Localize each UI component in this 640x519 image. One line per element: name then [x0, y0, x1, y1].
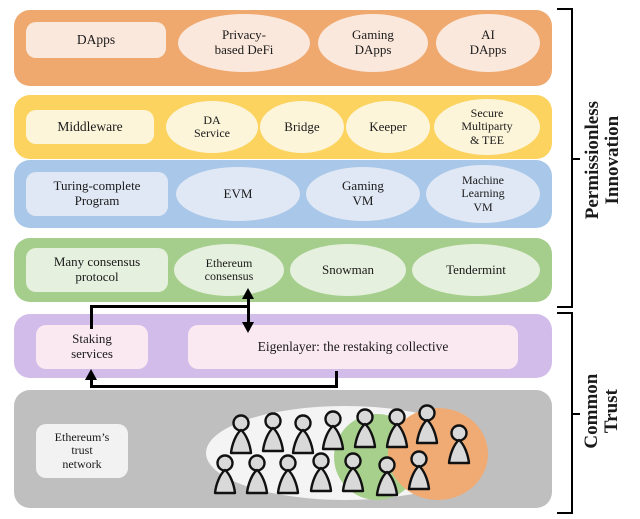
node-label: Ethereum’s trust network	[54, 429, 110, 471]
person-icon	[261, 412, 285, 453]
node-label: Privacy-based DeFi	[214, 27, 274, 57]
connector-consensus-eigenlayer-arrowhead-down	[242, 322, 254, 333]
person-icon	[353, 408, 377, 449]
diagram-canvas: DApps Privacy-based DeFi Gaming DApps AI D…	[0, 0, 640, 519]
connector-consensus-eigenlayer-arrowhead-up	[242, 288, 254, 299]
node-ethereum-trust-network[interactable]: Ethereum’s trust network	[36, 424, 128, 478]
person-icon	[276, 454, 300, 495]
connector-staking-feed-vertical	[90, 305, 93, 329]
node-ethereum-consensus[interactable]: Ethereum consensus	[174, 244, 284, 296]
person-icon	[229, 414, 253, 455]
connector-trust-to-staking-arrowhead	[85, 369, 97, 380]
node-label: AI DApps	[469, 27, 507, 57]
node-label: Ethereum consensus	[204, 255, 254, 283]
node-label: Eigenlayer: the restaking collective	[257, 339, 449, 355]
trust-network-cluster	[198, 400, 508, 504]
node-many-consensus-protocol[interactable]: Many consensus protocol	[26, 248, 168, 292]
connector-trust-to-staking-horizontal	[90, 385, 338, 388]
node-tendermint[interactable]: Tendermint	[412, 244, 540, 296]
bracket-label-common-trust: Common Trust	[580, 373, 622, 449]
node-label: Many consensus protocol	[53, 254, 141, 284]
node-privacy-based-defi[interactable]: Privacy-based DeFi	[178, 14, 310, 72]
node-evm[interactable]: EVM	[176, 167, 300, 221]
person-icon	[341, 452, 365, 493]
node-ai-dapps[interactable]: AI DApps	[436, 14, 540, 72]
connector-staking-feed-horizontal	[90, 305, 248, 308]
node-label: Turing-complete Program	[53, 178, 141, 208]
node-da-service[interactable]: DA Service	[166, 101, 258, 153]
bracket-permissionless-innovation	[557, 8, 580, 308]
node-label: DA Service	[194, 112, 230, 140]
person-icon	[385, 408, 409, 449]
node-label: DApps	[76, 32, 116, 48]
node-gaming-vm[interactable]: Gaming VM	[306, 167, 420, 221]
connector-trust-to-staking-riser	[335, 371, 338, 388]
bracket-tick	[571, 413, 580, 415]
node-label: Bridge	[284, 118, 320, 134]
node-middleware[interactable]: Middleware	[26, 110, 154, 144]
person-icon	[213, 454, 237, 495]
person-icon	[245, 454, 269, 495]
bracket-tick	[571, 158, 580, 160]
node-label: Middleware	[57, 119, 123, 135]
node-eigenlayer[interactable]: Eigenlayer: the restaking collective	[188, 325, 518, 369]
bracket-label-permissionless-innovation: Permissionless Innovation	[581, 101, 623, 220]
node-gaming-dapps[interactable]: Gaming DApps	[318, 14, 428, 72]
node-machine-learning-vm[interactable]: Machine Learning VM	[426, 165, 540, 223]
person-icon	[447, 424, 471, 465]
node-label: EVM	[223, 185, 253, 201]
node-label: Keeper	[369, 118, 407, 134]
person-icon	[321, 410, 345, 451]
node-label: Machine Learning VM	[461, 172, 505, 214]
node-label: Gaming DApps	[352, 27, 394, 57]
node-dapps[interactable]: DApps	[26, 22, 166, 58]
node-label: Tendermint	[446, 261, 506, 277]
person-icon	[309, 452, 333, 493]
person-icon	[415, 404, 439, 445]
node-snowman[interactable]: Snowman	[290, 244, 406, 296]
node-label: Gaming VM	[342, 178, 384, 208]
node-turing-complete-program[interactable]: Turing-complete Program	[26, 172, 168, 216]
node-bridge[interactable]: Bridge	[260, 101, 344, 153]
node-label: Snowman	[322, 261, 374, 277]
node-keeper[interactable]: Keeper	[346, 101, 430, 153]
node-staking-services[interactable]: Staking services	[36, 325, 148, 369]
node-label: Secure Multiparty & TEE	[461, 105, 513, 147]
person-icon	[375, 456, 399, 497]
node-secure-multiparty-tee[interactable]: Secure Multiparty & TEE	[434, 99, 540, 155]
bracket-common-trust	[557, 312, 580, 514]
person-icon	[291, 414, 315, 455]
node-label: Staking services	[71, 331, 113, 361]
person-icon	[407, 450, 431, 491]
